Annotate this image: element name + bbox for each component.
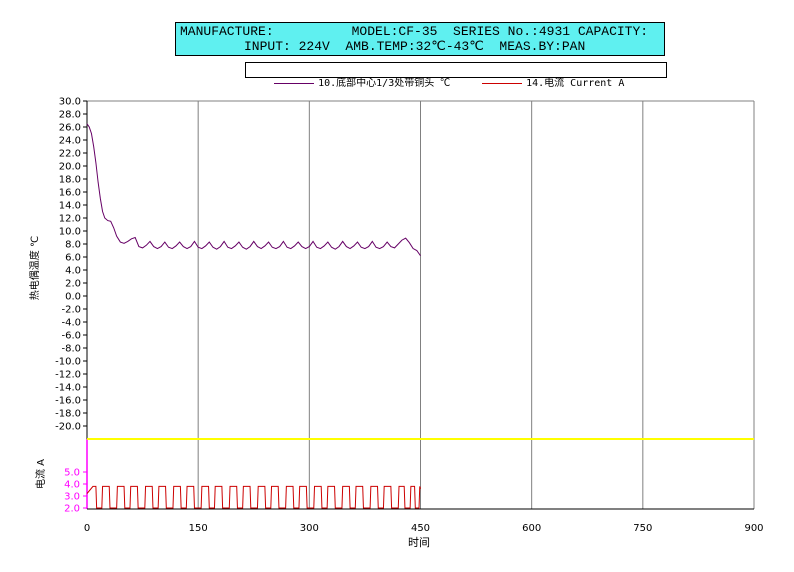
x-tick-label: 300 xyxy=(300,523,319,534)
y-tick-label: -20.0 xyxy=(55,422,81,433)
series-line-temperature xyxy=(86,123,421,256)
x-tick-label: 750 xyxy=(633,523,652,534)
x-tick-label: 900 xyxy=(744,523,763,534)
y-tick-label: 4.0 xyxy=(65,266,81,277)
chart-series xyxy=(86,123,421,509)
y-tick-label: -6.0 xyxy=(61,331,81,342)
y-tick-label: -4.0 xyxy=(61,318,81,329)
chart-ticks: 0 150 300 450 600 750 900 30.0 28.0 26.0 24.0 22.0 2… xyxy=(55,97,763,535)
y-tick-label: 6.0 xyxy=(65,253,81,264)
y-tick-label: 24.0 xyxy=(59,136,81,147)
x-tick-label: 0 xyxy=(84,523,90,534)
current-tick-label: 5.0 xyxy=(64,468,80,479)
x-tick-label: 150 xyxy=(189,523,208,534)
y-tick-label: -18.0 xyxy=(55,409,81,420)
y-tick-label: 18.0 xyxy=(59,175,81,186)
y-tick-label: -12.0 xyxy=(55,370,81,381)
y-tick-label: 16.0 xyxy=(59,188,81,199)
x-tick-label: 600 xyxy=(522,523,541,534)
current-tick-label: 3.0 xyxy=(64,492,80,503)
y-tick-label: 0.0 xyxy=(65,292,81,303)
y-tick-label: 2.0 xyxy=(65,279,81,290)
x-tick-label: 450 xyxy=(411,523,430,534)
y-tick-label: 12.0 xyxy=(59,214,81,225)
y-tick-label: 26.0 xyxy=(59,123,81,134)
y-tick-label: 22.0 xyxy=(59,149,81,160)
current-tick-label: 2.0 xyxy=(64,504,80,515)
y-tick-label: 8.0 xyxy=(65,240,81,251)
y-tick-label: 30.0 xyxy=(59,97,81,108)
current-axis-label: 电流 A xyxy=(34,459,47,489)
temperature-axis-label: 热电偶温度 ℃ xyxy=(28,236,41,300)
series-line-current xyxy=(86,485,421,509)
y-tick-label: -2.0 xyxy=(61,305,81,316)
y-tick-label: 20.0 xyxy=(59,162,81,173)
y-tick-label: -8.0 xyxy=(61,344,81,355)
y-tick-label: -14.0 xyxy=(55,383,81,394)
chart-canvas: 0 150 300 450 600 750 900 30.0 28.0 26.0 24.0 22.0 2… xyxy=(28,97,764,550)
y-tick-label: -10.0 xyxy=(55,357,81,368)
chart-grid xyxy=(87,100,755,509)
y-tick-label: -16.0 xyxy=(55,396,81,407)
y-tick-label: 14.0 xyxy=(59,201,81,212)
current-tick-label: 4.0 xyxy=(64,480,80,491)
y-tick-label: 28.0 xyxy=(59,110,81,121)
x-axis-label: 时间 xyxy=(408,536,430,549)
y-tick-label: 10.0 xyxy=(59,227,81,238)
